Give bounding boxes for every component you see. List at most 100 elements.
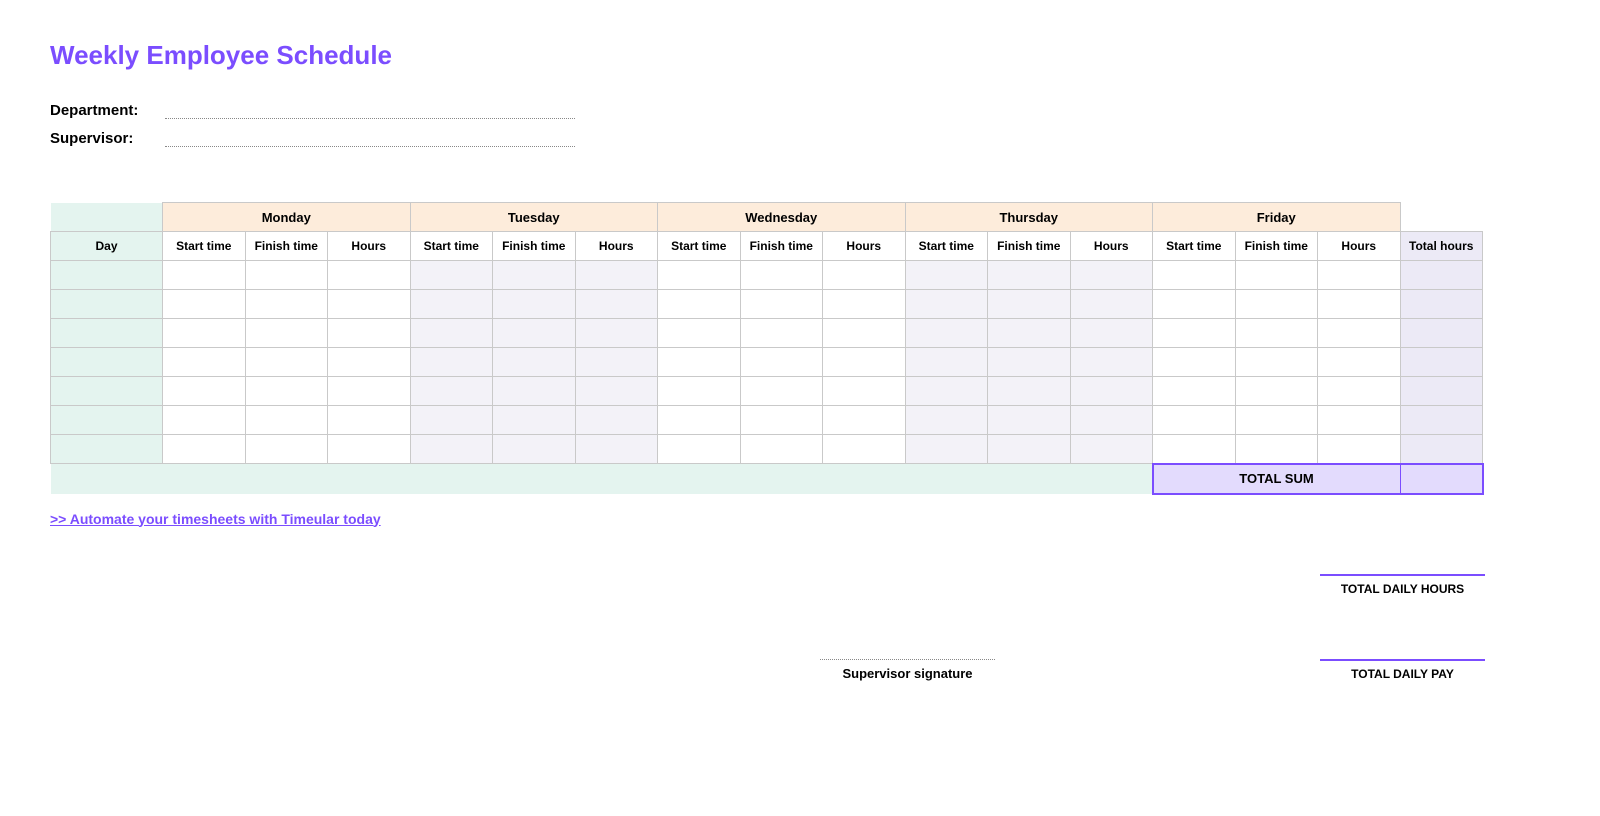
cell[interactable]: [905, 435, 988, 464]
cell-input[interactable]: [741, 290, 823, 318]
row-total-input[interactable]: [1401, 377, 1483, 405]
cell[interactable]: [245, 261, 328, 290]
cell-input[interactable]: [576, 319, 658, 347]
cell-input[interactable]: [1153, 406, 1235, 434]
cell[interactable]: [575, 290, 658, 319]
cell[interactable]: [328, 406, 411, 435]
cell[interactable]: [1235, 377, 1318, 406]
cell-input[interactable]: [1153, 319, 1235, 347]
day-input[interactable]: [51, 348, 162, 376]
cell-input[interactable]: [823, 348, 905, 376]
cell-input[interactable]: [988, 377, 1070, 405]
cell[interactable]: [823, 261, 906, 290]
cell-input[interactable]: [1153, 377, 1235, 405]
day-cell[interactable]: [51, 406, 163, 435]
cell[interactable]: [410, 290, 493, 319]
cell[interactable]: [1318, 290, 1401, 319]
day-input[interactable]: [51, 290, 162, 318]
cell[interactable]: [905, 261, 988, 290]
cell[interactable]: [658, 406, 741, 435]
row-total-cell[interactable]: [1400, 435, 1483, 464]
cell-input[interactable]: [658, 319, 740, 347]
cell[interactable]: [658, 435, 741, 464]
cell[interactable]: [163, 348, 246, 377]
total-sum-value-cell[interactable]: [1400, 464, 1483, 494]
cell-input[interactable]: [906, 348, 988, 376]
row-total-cell[interactable]: [1400, 377, 1483, 406]
cell[interactable]: [658, 319, 741, 348]
cell[interactable]: [1070, 261, 1153, 290]
cell-input[interactable]: [1236, 435, 1318, 463]
cell-input[interactable]: [1318, 406, 1400, 434]
cell-input[interactable]: [493, 261, 575, 289]
cell-input[interactable]: [988, 261, 1070, 289]
cell-input[interactable]: [1318, 348, 1400, 376]
cell[interactable]: [575, 261, 658, 290]
day-input[interactable]: [51, 406, 162, 434]
cell-input[interactable]: [823, 290, 905, 318]
cell-input[interactable]: [411, 319, 493, 347]
cell[interactable]: [328, 377, 411, 406]
day-cell[interactable]: [51, 348, 163, 377]
cell-input[interactable]: [163, 435, 245, 463]
row-total-cell[interactable]: [1400, 319, 1483, 348]
day-input[interactable]: [51, 261, 162, 289]
cell[interactable]: [905, 406, 988, 435]
cell-input[interactable]: [1153, 348, 1235, 376]
cell-input[interactable]: [741, 348, 823, 376]
cell[interactable]: [1235, 290, 1318, 319]
day-cell[interactable]: [51, 435, 163, 464]
cell-input[interactable]: [411, 290, 493, 318]
day-input[interactable]: [51, 377, 162, 405]
cell[interactable]: [493, 261, 576, 290]
row-total-cell[interactable]: [1400, 406, 1483, 435]
day-cell[interactable]: [51, 290, 163, 319]
cell-input[interactable]: [988, 435, 1070, 463]
cell[interactable]: [328, 435, 411, 464]
cell-input[interactable]: [328, 290, 410, 318]
cell[interactable]: [163, 290, 246, 319]
day-input[interactable]: [51, 319, 162, 347]
cell-input[interactable]: [1071, 319, 1153, 347]
cell-input[interactable]: [658, 435, 740, 463]
cell[interactable]: [988, 319, 1071, 348]
cell[interactable]: [410, 406, 493, 435]
cell-input[interactable]: [1318, 261, 1400, 289]
cell-input[interactable]: [658, 261, 740, 289]
department-input[interactable]: [165, 101, 575, 119]
cell-input[interactable]: [1071, 406, 1153, 434]
cell[interactable]: [1318, 406, 1401, 435]
cell[interactable]: [245, 435, 328, 464]
cell-input[interactable]: [411, 406, 493, 434]
cell-input[interactable]: [163, 406, 245, 434]
cell[interactable]: [1153, 435, 1236, 464]
cell[interactable]: [823, 377, 906, 406]
cell-input[interactable]: [988, 290, 1070, 318]
cell-input[interactable]: [1236, 377, 1318, 405]
cell-input[interactable]: [1071, 435, 1153, 463]
cell[interactable]: [988, 290, 1071, 319]
cell[interactable]: [905, 319, 988, 348]
cell-input[interactable]: [741, 435, 823, 463]
cell[interactable]: [905, 377, 988, 406]
cell[interactable]: [575, 319, 658, 348]
cell-input[interactable]: [493, 435, 575, 463]
cell[interactable]: [823, 406, 906, 435]
cell-input[interactable]: [906, 377, 988, 405]
cell[interactable]: [163, 319, 246, 348]
automate-link[interactable]: >> Automate your timesheets with Timeula…: [50, 511, 381, 527]
cell-input[interactable]: [1071, 290, 1153, 318]
cell-input[interactable]: [576, 290, 658, 318]
cell-input[interactable]: [1236, 319, 1318, 347]
cell-input[interactable]: [1318, 319, 1400, 347]
cell[interactable]: [245, 319, 328, 348]
cell[interactable]: [328, 319, 411, 348]
cell-input[interactable]: [823, 261, 905, 289]
cell[interactable]: [328, 290, 411, 319]
cell[interactable]: [493, 290, 576, 319]
cell[interactable]: [823, 290, 906, 319]
cell-input[interactable]: [246, 435, 328, 463]
row-total-cell[interactable]: [1400, 290, 1483, 319]
cell[interactable]: [658, 377, 741, 406]
cell[interactable]: [410, 377, 493, 406]
